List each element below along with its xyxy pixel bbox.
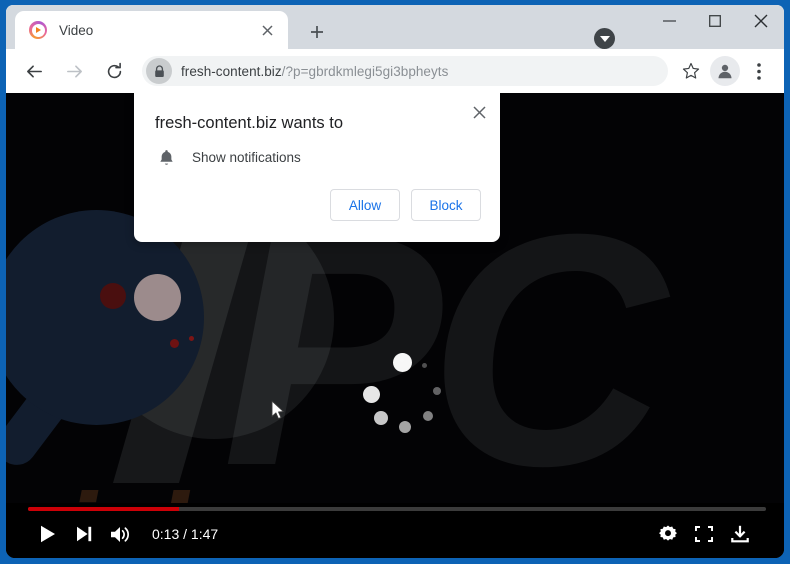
back-icon[interactable] [19,56,49,86]
gear-icon[interactable] [650,519,686,549]
video-progress-fill [28,507,180,511]
browser-window-frame: Video fresh-content.biz/?p=gbrdkmlegi5gi… [0,0,790,564]
dialog-actions: Allow Block [330,189,481,221]
video-progress-bar[interactable] [28,507,766,511]
address-bar[interactable]: fresh-content.biz/?p=gbrdkmlegi5gi3bphey… [142,56,668,86]
video-controls-right [650,519,758,549]
video-play-circle-icon [29,21,47,39]
spinner-dot-2 [422,363,427,368]
play-button[interactable] [30,519,66,549]
spinner-dot-4 [423,411,433,421]
url-domain: fresh-content.biz [181,63,282,79]
url-path: /?p=gbrdkmlegi5gi3bpheyts [281,63,449,79]
background-dot-red-large [100,283,126,309]
browser-toolbar: fresh-content.biz/?p=gbrdkmlegi5gi3bphey… [6,49,784,93]
minimize-button[interactable] [646,5,692,37]
volume-button[interactable] [102,519,138,549]
background-dot-red-medium [170,339,179,348]
background-dot-red-small [189,336,194,341]
close-icon[interactable] [255,18,279,42]
browser-window: Video fresh-content.biz/?p=gbrdkmlegi5gi… [6,5,784,558]
background-dot-pink [134,274,181,321]
new-tab-icon[interactable] [303,18,331,46]
address-bar-text: fresh-content.biz/?p=gbrdkmlegi5gi3bphey… [181,64,448,79]
overflow-menu-icon[interactable] [744,56,774,86]
spinner-dot-8 [400,358,404,362]
download-icon[interactable] [722,519,758,549]
tab-strip: Video [6,5,784,49]
next-track-button[interactable] [66,519,102,549]
avatar[interactable] [710,56,740,86]
permission-request-label: Show notifications [192,149,301,165]
dialog-title: fresh-content.biz wants to [155,114,344,132]
loading-spinner [361,353,447,439]
tab-title: Video [59,22,94,38]
notification-permission-dialog: fresh-content.biz wants to Show notifica… [134,93,500,242]
spinner-dot-6 [374,411,388,425]
permission-request-row: Show notifications [155,146,301,168]
tab-video[interactable]: Video [15,11,288,49]
fullscreen-icon[interactable] [686,519,722,549]
spinner-dot-3 [433,387,441,395]
star-icon[interactable] [676,56,706,86]
bell-icon [155,146,177,168]
video-controls-left: 0:13 / 1:47 [30,519,218,549]
update-available-icon[interactable] [594,28,615,49]
block-button[interactable]: Block [411,189,481,221]
video-controls-bar: 0:13 / 1:47 [6,503,784,558]
window-caption-buttons [646,5,784,49]
spinner-dot-5 [399,421,411,433]
close-button[interactable] [738,5,784,37]
allow-button[interactable]: Allow [330,189,400,221]
video-time-display: 0:13 / 1:47 [152,526,219,542]
mouse-cursor [271,400,286,422]
page-content: PC risk.com [6,93,784,558]
reload-icon[interactable] [99,56,129,86]
lock-icon[interactable] [146,58,172,84]
play-triangle-icon [36,27,42,33]
spinner-dot-7 [363,386,380,403]
maximize-button[interactable] [692,5,738,37]
forward-icon[interactable] [59,56,89,86]
close-icon[interactable] [466,99,492,125]
spinner-dot-1 [393,353,412,372]
